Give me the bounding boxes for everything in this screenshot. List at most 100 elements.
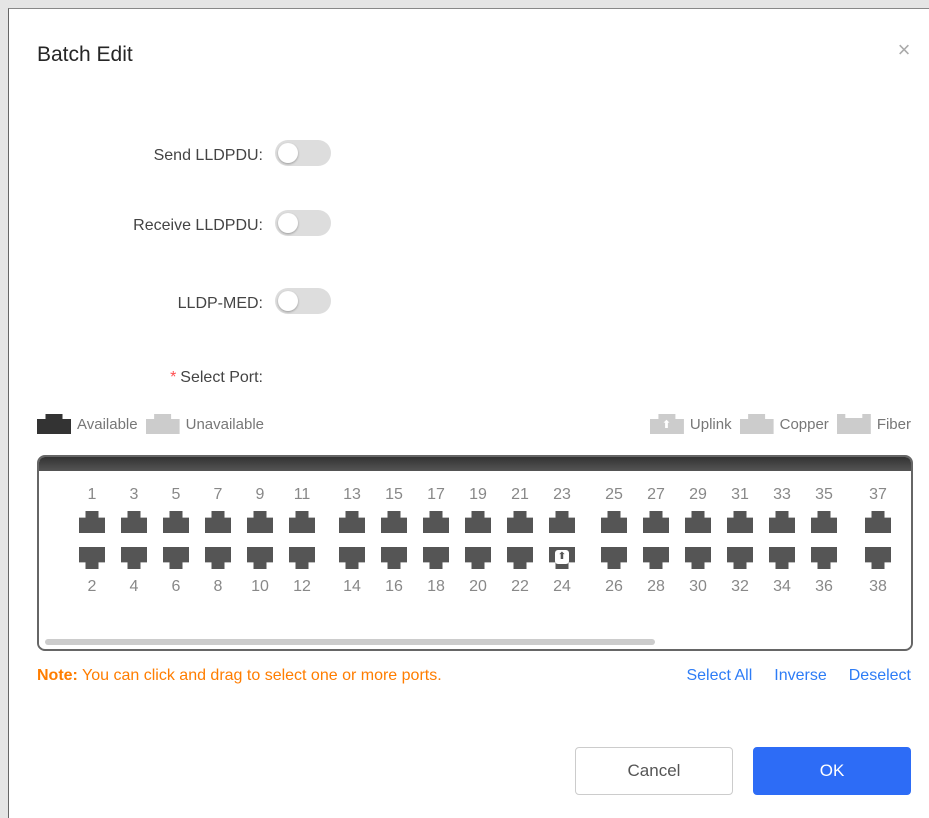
port-13[interactable]: [339, 511, 365, 533]
port-10[interactable]: [247, 547, 273, 569]
port-number-3: 3: [129, 486, 139, 503]
port-19[interactable]: [465, 511, 491, 533]
close-icon[interactable]: ×: [893, 39, 915, 61]
inverse-link[interactable]: Inverse: [774, 667, 826, 685]
port-5[interactable]: [163, 511, 189, 533]
port-15[interactable]: [381, 511, 407, 533]
port-27[interactable]: [643, 511, 669, 533]
port-number-31: 31: [731, 486, 749, 503]
port-11[interactable]: [289, 511, 315, 533]
port-number-20: 20: [469, 578, 487, 595]
port-number-34: 34: [773, 578, 791, 595]
required-mark: *: [170, 369, 177, 386]
port-column: 56: [155, 471, 197, 595]
port-36[interactable]: [811, 547, 837, 569]
lldp-med-switch[interactable]: [275, 288, 331, 314]
port-21[interactable]: [507, 511, 533, 533]
receive-lldpdu-switch[interactable]: [275, 210, 331, 236]
select-all-link[interactable]: Select All: [686, 667, 752, 685]
port-number-12: 12: [293, 578, 311, 595]
port-6[interactable]: [163, 547, 189, 569]
dialog-title: Batch Edit: [37, 43, 133, 66]
port-18[interactable]: [423, 547, 449, 569]
port-number-4: 4: [129, 578, 139, 595]
legend-unavailable: Unavailable: [145, 414, 264, 434]
port-number-9: 9: [255, 486, 265, 503]
port-29[interactable]: [685, 511, 711, 533]
port-number-36: 36: [815, 578, 833, 595]
legend-right: ⬆ Uplink Copper Fiber: [649, 413, 911, 435]
port-number-15: 15: [385, 486, 403, 503]
port-number-14: 14: [343, 578, 361, 595]
port-4[interactable]: [121, 547, 147, 569]
port-17[interactable]: [423, 511, 449, 533]
port-7[interactable]: [205, 511, 231, 533]
receive-lldpdu-label: Receive LLDPDU:: [133, 217, 263, 234]
legend-copper-label: Copper: [779, 415, 829, 433]
port-16[interactable]: [381, 547, 407, 569]
available-port-icon: [37, 414, 71, 434]
port-2[interactable]: [79, 547, 105, 569]
port-number-29: 29: [689, 486, 707, 503]
port-column: 23 ⬆ 24: [541, 471, 583, 595]
legend-fiber-label: Fiber: [876, 415, 911, 433]
port-23[interactable]: [549, 511, 575, 533]
port-1[interactable]: [79, 511, 105, 533]
port-14[interactable]: [339, 547, 365, 569]
port-9[interactable]: [247, 511, 273, 533]
send-lldpdu-row: Send LLDPDU:: [9, 142, 263, 172]
port-area[interactable]: 1 2 3 4 5 6 7 8 9 10 11 12 13 14 15 16 17 18 19 20 21 22 23 ⬆ 24…: [39, 471, 911, 641]
note-text: Note: You can click and drag to select o…: [37, 667, 442, 685]
port-31[interactable]: [727, 511, 753, 533]
port-column: 31 32: [719, 471, 761, 595]
port-number-17: 17: [427, 486, 445, 503]
port-group: 25 26 27 28 29 30 31 32 33 34 35 36: [593, 471, 845, 595]
port-24[interactable]: ⬆: [549, 547, 575, 569]
horizontal-scrollbar[interactable]: [45, 639, 655, 645]
port-group: 37 38: [857, 471, 899, 595]
port-number-7: 7: [213, 486, 223, 503]
port-column: 35 36: [803, 471, 845, 595]
port-number-18: 18: [427, 578, 445, 595]
port-number-35: 35: [815, 486, 833, 503]
ok-button[interactable]: OK: [753, 747, 911, 795]
port-34[interactable]: [769, 547, 795, 569]
select-port-label: * Select Port:: [9, 369, 263, 387]
port-number-27: 27: [647, 486, 665, 503]
port-28[interactable]: [643, 547, 669, 569]
lldp-med-label: LLDP-MED:: [177, 295, 263, 312]
port-12[interactable]: [289, 547, 315, 569]
port-column: 21 22: [499, 471, 541, 595]
send-lldpdu-switch[interactable]: [275, 140, 331, 166]
port-number-11: 11: [293, 486, 311, 503]
port-33[interactable]: [769, 511, 795, 533]
port-actions: Select All Inverse Deselect: [664, 667, 911, 685]
port-number-21: 21: [511, 486, 529, 503]
port-column: 29 30: [677, 471, 719, 595]
port-3[interactable]: [121, 511, 147, 533]
port-column: 19 20: [457, 471, 499, 595]
port-column: 27 28: [635, 471, 677, 595]
switch-knob: [278, 213, 298, 233]
port-37[interactable]: [865, 511, 891, 533]
port-38[interactable]: [865, 547, 891, 569]
port-column: 11 12: [281, 471, 323, 595]
port-35[interactable]: [811, 511, 837, 533]
port-column: 78: [197, 471, 239, 595]
port-22[interactable]: [507, 547, 533, 569]
deselect-link[interactable]: Deselect: [849, 667, 911, 685]
note-body: You can click and drag to select one or …: [77, 667, 442, 684]
cancel-button[interactable]: Cancel: [575, 747, 733, 795]
port-panel[interactable]: 1 2 3 4 5 6 7 8 9 10 11 12 13 14 15 16 17 18 19 20 21 22 23 ⬆ 24…: [37, 455, 913, 651]
port-8[interactable]: [205, 547, 231, 569]
port-column: 37 38: [857, 471, 899, 595]
port-25[interactable]: [601, 511, 627, 533]
port-32[interactable]: [727, 547, 753, 569]
port-30[interactable]: [685, 547, 711, 569]
port-26[interactable]: [601, 547, 627, 569]
unavailable-port-icon: [145, 414, 180, 434]
port-number-10: 10: [251, 578, 269, 595]
legend-uplink: ⬆ Uplink: [649, 414, 732, 434]
uplink-icon: ⬆: [555, 550, 569, 564]
port-20[interactable]: [465, 547, 491, 569]
